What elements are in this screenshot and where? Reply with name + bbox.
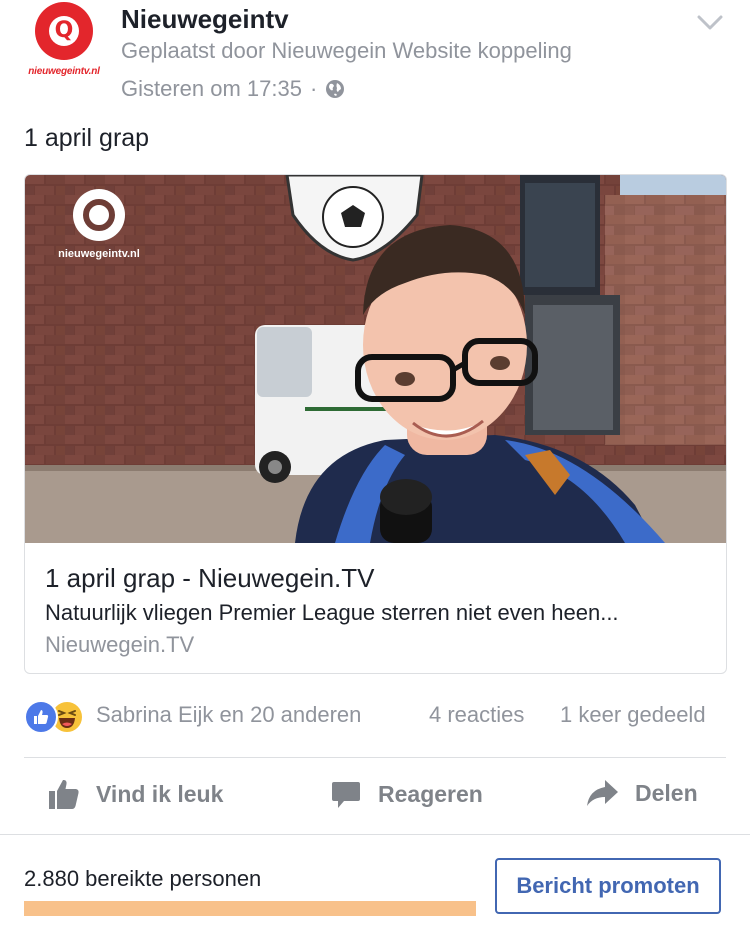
action-bar: Vind ik leuk Reageren Delen — [0, 770, 750, 826]
divider — [24, 757, 726, 758]
link-title[interactable]: 1 april grap - Nieuwegein.TV — [45, 563, 375, 594]
chevron-down-icon[interactable] — [697, 14, 723, 32]
engagement-stats: Sabrina Eijk en 20 anderen 4 reacties 1 … — [0, 696, 750, 736]
post-timestamp[interactable]: Gisteren om 17:35 — [121, 76, 302, 102]
like-button[interactable]: Vind ik leuk — [48, 778, 223, 810]
share-label: Delen — [635, 779, 698, 806]
comment-count[interactable]: 4 reacties — [429, 702, 524, 728]
share-arrow-icon — [587, 780, 618, 806]
separator: · — [309, 76, 318, 101]
link-preview-card[interactable]: nieuwegeintv.nl 1 april grap - Nieuwegei… — [24, 174, 727, 674]
comment-label: Reageren — [378, 780, 483, 807]
reaction-names[interactable]: Sabrina Eijk en 20 anderen — [96, 702, 361, 728]
globe-icon — [326, 80, 345, 98]
reaction-icons[interactable] — [24, 700, 92, 734]
like-icon — [24, 700, 58, 734]
reach-progress-fill — [24, 901, 476, 916]
post-timestamp-row: Gisteren om 17:35 · — [121, 76, 345, 102]
comment-icon — [332, 782, 360, 808]
like-label: Vind ik leuk — [96, 780, 224, 807]
reach-label: 2.880 bereikte personen — [24, 866, 262, 891]
reach-progress-bar — [24, 901, 476, 916]
video-thumbnail[interactable]: nieuwegeintv.nl — [25, 175, 726, 543]
share-count[interactable]: 1 keer gedeeld — [560, 702, 706, 728]
share-button[interactable]: Delen — [585, 778, 698, 808]
logo-icon: Q — [35, 2, 93, 60]
link-domain: Nieuwegein.TV — [45, 632, 195, 657]
posted-by-text: Geplaatst door Nieuwegein Website koppel… — [121, 38, 572, 63]
promote-post-button[interactable]: Bericht promoten — [495, 858, 721, 914]
video-watermark: nieuwegeintv.nl — [58, 248, 140, 260]
page-name[interactable]: Nieuwegeintv — [121, 4, 289, 35]
comment-button[interactable]: Reageren — [330, 778, 483, 810]
avatar-brand-text: nieuwegeintv.nl — [28, 66, 100, 77]
link-description: Natuurlijk vliegen Premier League sterre… — [45, 600, 619, 625]
post-header: Q nieuwegeintv.nl Nieuwegeintv Geplaatst… — [0, 0, 750, 110]
page-avatar[interactable]: Q nieuwegeintv.nl — [22, 2, 108, 82]
divider — [0, 834, 750, 835]
post-text: 1 april grap — [24, 124, 150, 152]
thumbs-up-icon — [49, 779, 79, 809]
